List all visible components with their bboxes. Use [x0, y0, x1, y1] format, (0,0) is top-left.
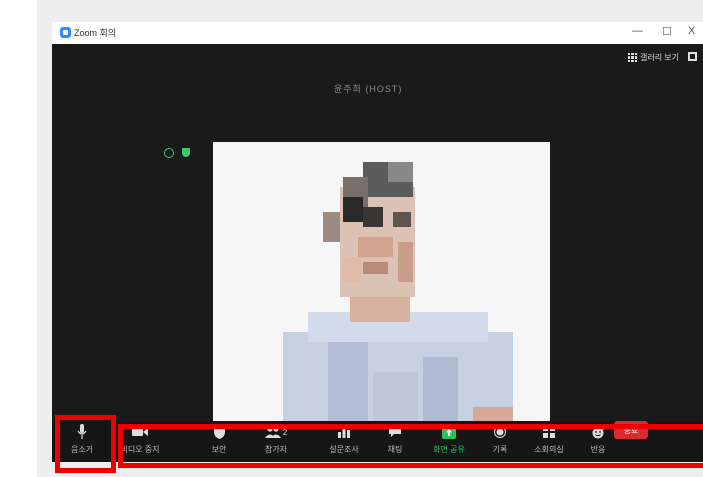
mute-highlight-box	[55, 415, 116, 473]
gallery-view-button[interactable]: 갤러리 보기	[627, 52, 679, 63]
pixelated-person-image	[213, 142, 550, 421]
zoom-logo-icon	[60, 27, 71, 38]
maximize-button[interactable]: ☐	[662, 25, 672, 38]
window-title: Zoom 회의	[74, 28, 117, 38]
participant-name: 윤주희 (HOST)	[334, 84, 403, 94]
fullscreen-icon[interactable]	[688, 52, 697, 61]
encryption-shield-icon	[182, 148, 190, 157]
participant-video	[213, 142, 550, 421]
toolbar-highlight-box	[118, 424, 703, 468]
meeting-status-icons	[164, 148, 190, 158]
grid-icon	[627, 53, 637, 62]
minimize-button[interactable]: —	[632, 25, 643, 37]
info-icon[interactable]	[164, 148, 174, 158]
title-bar: Zoom 회의 — ☐ X	[52, 22, 703, 44]
close-button[interactable]: X	[688, 25, 695, 37]
meeting-area: 윤주희 (HOST) 갤러리 보기	[52, 44, 703, 421]
zoom-meeting-window: Zoom 회의 — ☐ X 윤주희 (HOST) 갤러리 보기 음소거 비디오 …	[52, 22, 703, 462]
gallery-view-label: 갤러리 보기	[639, 53, 679, 62]
